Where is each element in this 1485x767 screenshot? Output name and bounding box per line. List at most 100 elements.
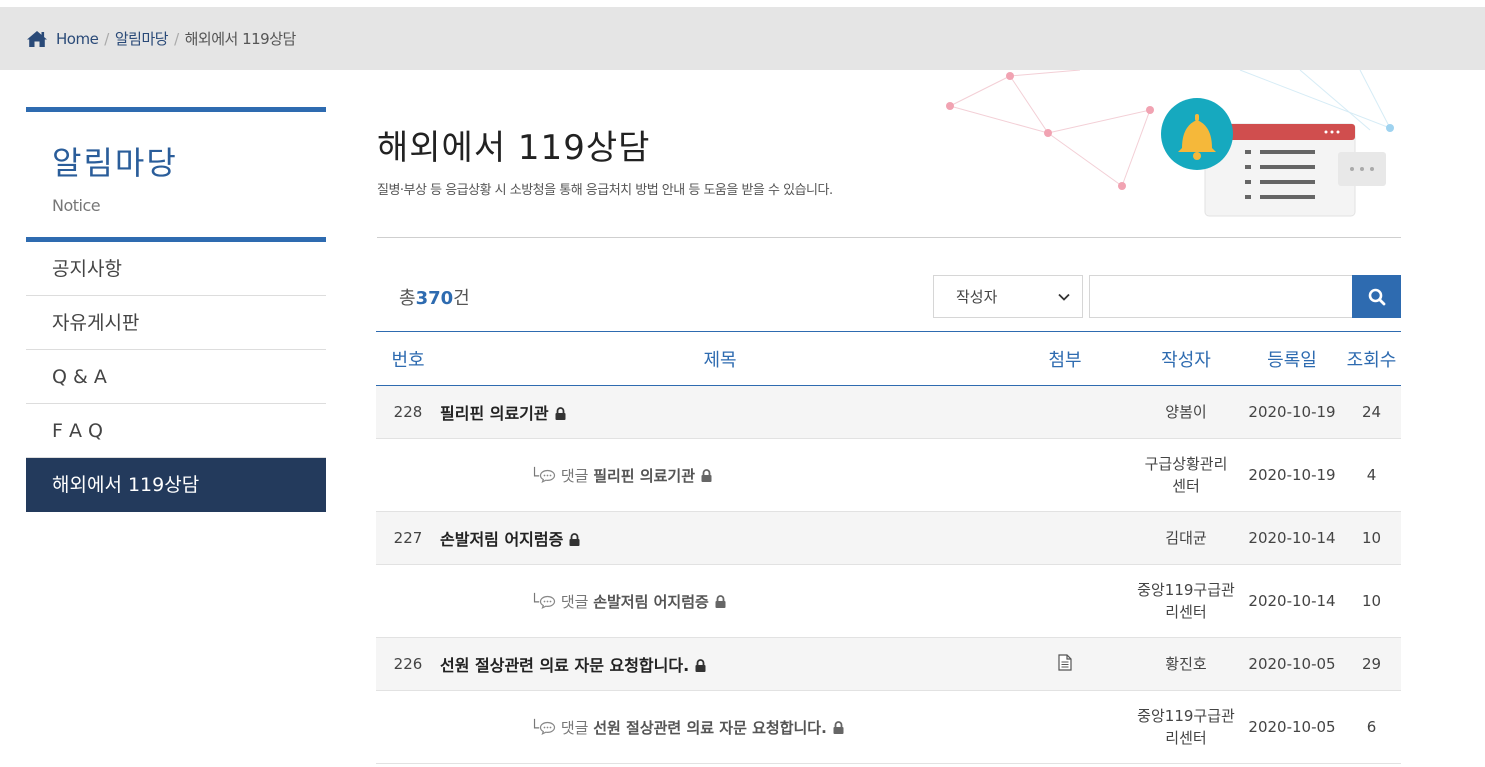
row-attachment [1000,690,1130,764]
row-attachment [1000,438,1130,512]
breadcrumb-bar: Home / 알림마당 / 해외에서 119상담 [0,7,1485,70]
notification-illustration [946,70,1394,217]
attachment-file-icon[interactable] [1058,653,1072,671]
row-subject[interactable]: └ 댓글 선원 절상관련 의료 자문 요청합니다. [440,690,1000,764]
breadcrumb-current: 해외에서 119상담 [184,30,297,48]
search-button[interactable] [1352,275,1401,318]
reply-prefix: 댓글 [560,466,589,485]
lock-icon [555,407,566,420]
lock-icon [833,720,844,734]
lock-icon [569,533,580,546]
lock-icon [715,594,726,608]
writer-line-1: 중앙119구급관 [1137,707,1235,725]
breadcrumb-home-link[interactable]: Home [56,30,99,48]
table-header-row: 번호 제목 첨부 작성자 등록일 조회수 [376,331,1401,386]
page-title: 해외에서 119상담 [377,128,651,168]
row-views: 24 [1342,385,1401,439]
row-attachment[interactable] [1000,637,1130,691]
sidebar-item-qna[interactable]: Q & A [26,350,326,404]
row-number [376,438,440,512]
row-attachment [1000,385,1130,439]
writer-line-2: 센터 [1172,477,1200,495]
writer-line-1: 중앙119구급관 [1137,581,1235,599]
reply-title[interactable]: 손발저림 어지럼증 [593,593,709,611]
board-table: 번호 제목 첨부 작성자 등록일 조회수 228 필리핀 의료기관 양봄이 20… [376,331,1401,764]
reply-entry[interactable]: └ 댓글 손발저림 어지럼증 [440,591,1000,612]
search-field-select[interactable]: 작성자 [933,275,1083,318]
row-subject[interactable]: └ 댓글 필리핀 의료기관 [440,438,1000,512]
lock-icon [695,659,706,672]
reply-prefix: 댓글 [560,718,589,737]
speech-bubble-icon [539,469,556,483]
total-suffix: 건 [453,288,470,309]
sidebar-item-free-board[interactable]: 자유게시판 [26,296,326,350]
row-number [376,564,440,638]
breadcrumb-separator: / [174,29,179,48]
breadcrumb-section-link[interactable]: 알림마당 [115,28,169,49]
reply-title[interactable]: 선원 절상관련 의료 자문 요청합니다. [593,719,827,737]
table-row[interactable]: └ 댓글 선원 절상관련 의료 자문 요청합니다. 중앙119구급관리센터 20… [376,690,1401,764]
speech-bubble-icon [539,721,556,735]
column-header-writer: 작성자 [1130,331,1242,386]
row-views: 29 [1342,637,1401,691]
column-header-title: 제목 [440,331,1000,386]
lock-icon [701,468,712,482]
table-row[interactable]: 226 선원 절상관련 의료 자문 요청합니다. 황진호 2020-10-05 … [376,637,1401,691]
column-header-date: 등록일 [1242,331,1342,386]
table-row[interactable]: └ 댓글 필리핀 의료기관 구급상황관리센터 2020-10-19 4 [376,438,1401,512]
row-views: 10 [1342,564,1401,638]
total-prefix: 총 [399,288,416,309]
speech-bubble-icon [539,595,556,609]
reply-branch: └ [530,466,540,485]
reply-branch: └ [530,592,540,611]
row-views: 4 [1342,438,1401,512]
sidebar-item-faq[interactable]: F A Q [26,404,326,458]
total-number: 370 [415,288,454,309]
row-writer: 김대균 [1130,511,1242,565]
post-title[interactable]: 선원 절상관련 의료 자문 요청합니다. [440,656,689,675]
row-views: 10 [1342,511,1401,565]
writer-line-1: 구급상황관리 [1144,455,1228,473]
table-row[interactable]: 227 손발저림 어지럼증 김대균 2020-10-14 10 [376,511,1401,565]
table-row[interactable]: └ 댓글 손발저림 어지럼증 중앙119구급관리센터 2020-10-14 10 [376,564,1401,638]
row-writer: 중앙119구급관리센터 [1130,690,1242,764]
post-title[interactable]: 필리핀 의료기관 [440,404,549,423]
sidebar-menu: 공지사항 자유게시판 Q & A F A Q 해외에서 119상담 [26,237,326,512]
row-date: 2020-10-05 [1242,690,1342,764]
row-subject[interactable]: 필리핀 의료기관 [440,385,1000,439]
table-row[interactable]: 228 필리핀 의료기관 양봄이 2020-10-19 24 [376,385,1401,439]
sidebar-item-notice[interactable]: 공지사항 [26,242,326,296]
row-number: 227 [376,511,440,565]
row-subject[interactable]: 손발저림 어지럼증 [440,511,1000,565]
reply-branch: └ [530,718,540,737]
title-divider [377,237,1401,238]
row-number: 228 [376,385,440,439]
reply-entry[interactable]: └ 댓글 필리핀 의료기관 [440,465,1000,486]
column-header-number: 번호 [376,331,440,386]
row-subject[interactable]: 선원 절상관련 의료 자문 요청합니다. [440,637,1000,691]
reply-entry[interactable]: └ 댓글 선원 절상관련 의료 자문 요청합니다. [440,717,1000,738]
search-select-value: 작성자 [956,288,998,306]
breadcrumb: Home / 알림마당 / 해외에서 119상담 [26,7,296,70]
row-date: 2020-10-14 [1242,564,1342,638]
writer-line-2: 리센터 [1165,729,1207,747]
page-description: 질병·부상 등 응급상황 시 소방청을 통해 응급처치 방법 안내 등 도움을 … [377,183,833,198]
row-writer: 양봄이 [1130,385,1242,439]
row-attachment [1000,511,1130,565]
row-date: 2020-10-19 [1242,438,1342,512]
row-number [376,690,440,764]
sidebar-item-overseas-119[interactable]: 해외에서 119상담 [26,458,326,512]
reply-title[interactable]: 필리핀 의료기관 [593,467,695,485]
writer-line-2: 리센터 [1165,603,1207,621]
total-count: 총370건 [399,284,470,310]
sidebar-subtitle: Notice [52,196,101,215]
row-views: 6 [1342,690,1401,764]
post-title[interactable]: 손발저림 어지럼증 [440,530,563,549]
search-input[interactable] [1089,275,1353,318]
row-subject[interactable]: └ 댓글 손발저림 어지럼증 [440,564,1000,638]
row-date: 2020-10-14 [1242,511,1342,565]
home-icon[interactable] [26,30,48,48]
sidebar: 알림마당 Notice 공지사항 자유게시판 Q & A F A Q 해외에서 … [26,107,326,512]
row-number: 226 [376,637,440,691]
column-header-attachment: 첨부 [1000,331,1130,386]
